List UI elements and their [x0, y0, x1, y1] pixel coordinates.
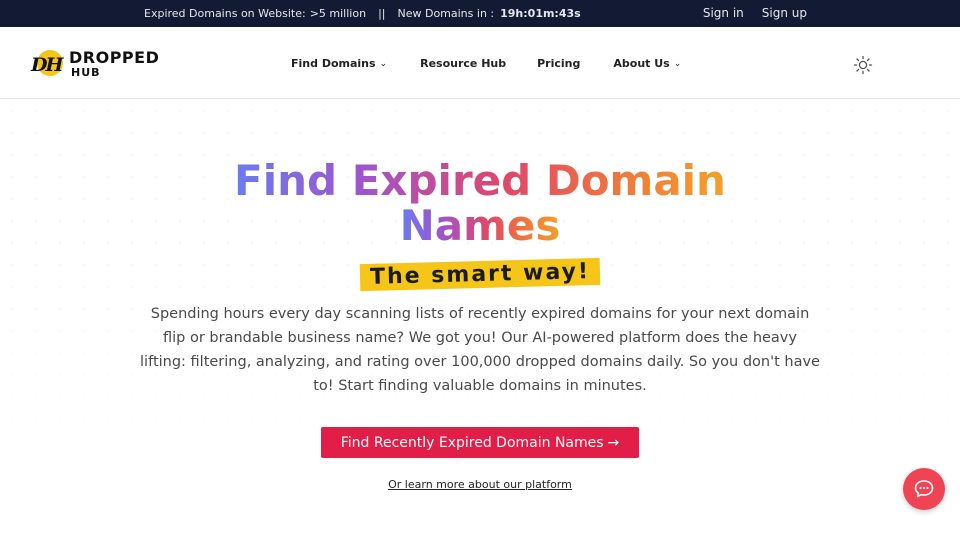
logo-mark-text: DH [31, 54, 63, 76]
nav-item-label: Resource Hub [420, 57, 507, 70]
new-domains-label: New Domains in : [397, 7, 495, 20]
auth-links: Sign in Sign up [703, 6, 807, 20]
logo[interactable]: DH DROPPED HUB [31, 49, 159, 79]
nav-item-resource-hub[interactable]: Resource Hub [420, 57, 506, 70]
new-domains-countdown: 19h:01m:43s [500, 7, 581, 20]
chat-bubble-icon [914, 480, 934, 498]
chat-launcher-button[interactable] [903, 468, 945, 510]
theme-toggle-button[interactable] [853, 55, 873, 75]
logo-mark: DH [31, 49, 67, 79]
learn-more-wrap: Or learn more about our platform [0, 478, 960, 491]
logo-word-dropped: DROPPED [69, 48, 160, 67]
chevron-down-icon: ⌄ [379, 58, 388, 69]
expired-domains-label: Expired Domains on Website: [144, 7, 306, 20]
hero-description: Spending hours every day scanning lists … [140, 306, 820, 394]
nav-item-label: About Us [613, 57, 670, 70]
expired-domains-value: >5 million [309, 7, 367, 20]
main-navbar: DH DROPPED HUB Find Domains ⌄ Resource H… [0, 27, 960, 99]
sign-up-link[interactable]: Sign up [762, 6, 807, 20]
sign-in-link[interactable]: Sign in [703, 6, 744, 20]
announcement-bar: Expired Domains on Website: >5 million |… [0, 0, 960, 27]
arrow-right-icon: → [607, 434, 620, 451]
hero-tagline: The smart way! [359, 257, 601, 292]
nav-item-find-domains[interactable]: Find Domains ⌄ [291, 57, 387, 70]
stats-separator: || [378, 7, 386, 20]
nav-item-label: Find Domains [291, 57, 376, 70]
nav-item-label: Pricing [537, 57, 581, 70]
cta-label: Find Recently Expired Domain Names [340, 434, 604, 451]
nav-menu: Find Domains ⌄ Resource Hub Pricing Abou… [291, 57, 681, 70]
chevron-down-icon: ⌄ [673, 58, 682, 69]
nav-item-about-us[interactable]: About Us ⌄ [613, 57, 681, 70]
hero-title-line1: Find Expired Domain [234, 156, 726, 205]
domain-stats: Expired Domains on Website: >5 million |… [144, 7, 581, 20]
hero-title: Find Expired Domain Names [80, 158, 880, 248]
hero-title-line2: Names [399, 201, 561, 250]
sun-icon [853, 55, 873, 75]
find-expired-domains-button[interactable]: Find Recently Expired Domain Names → [321, 427, 639, 458]
nav-item-pricing[interactable]: Pricing [537, 57, 580, 70]
logo-word-hub: HUB [71, 66, 101, 79]
hero-tagline-wrap: The smart way! [0, 257, 960, 292]
logo-wordmark: DROPPED HUB [69, 48, 160, 79]
learn-more-link[interactable]: Or learn more about our platform [388, 478, 572, 491]
